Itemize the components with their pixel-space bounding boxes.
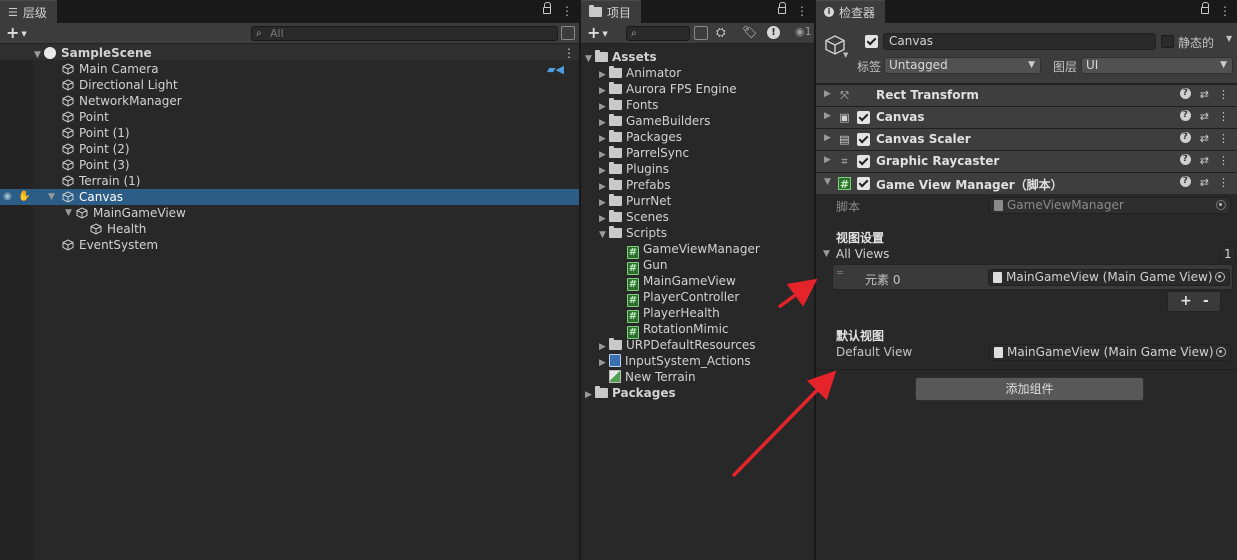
annotation-arrow-element (777, 278, 818, 309)
annotation-arrow-default-view (731, 370, 837, 478)
annotation-overlay (731, 278, 837, 478)
